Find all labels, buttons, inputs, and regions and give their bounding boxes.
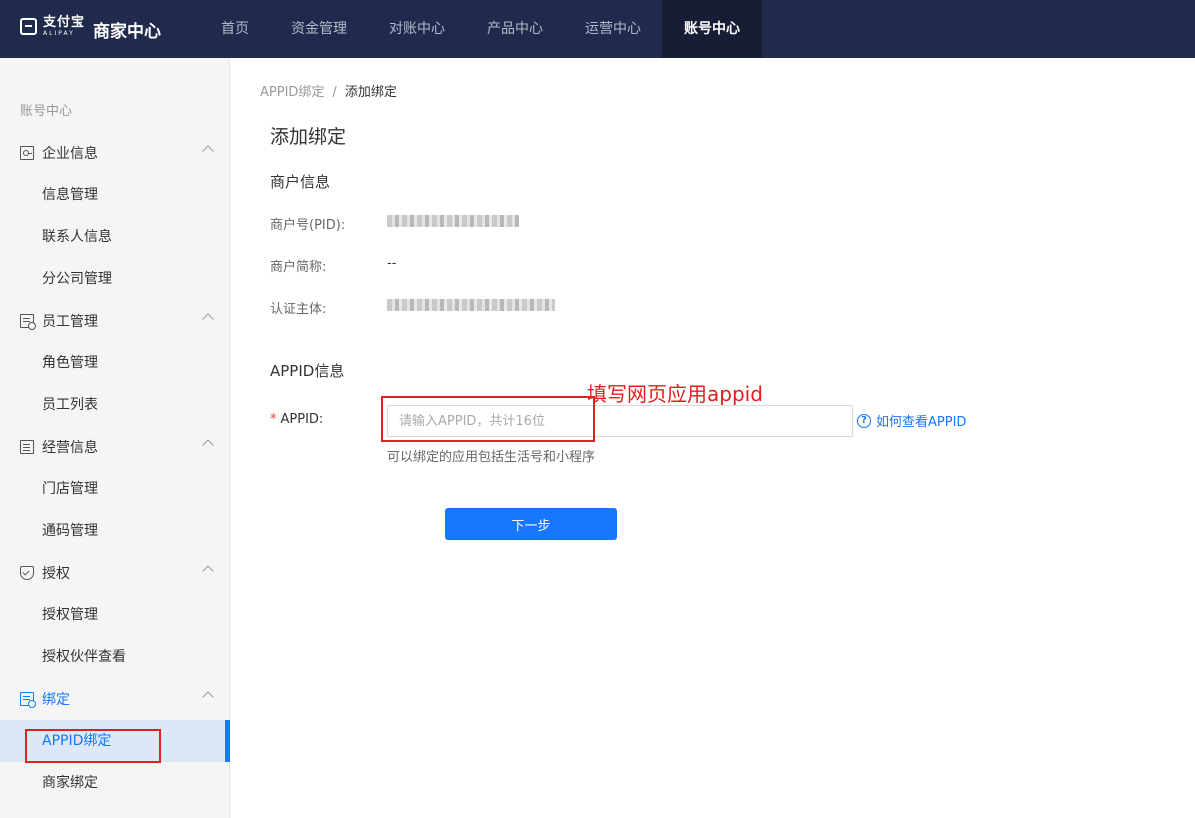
sidebar: 账号中心 企业信息 信息管理 联系人信息 分公司管理 员工管理 角色管理 员工列…: [0, 58, 230, 818]
top-nav-bar: 支付宝 ALIPAY 商家中心 首页 资金管理 对账中心 产品中心 运营中心 账…: [0, 0, 1195, 58]
nav-account-center[interactable]: 账号中心: [662, 0, 762, 58]
main-nav: 首页 资金管理 对账中心 产品中心 运营中心 账号中心: [200, 0, 762, 58]
chevron-up-icon: [202, 145, 214, 157]
sidebar-title: 账号中心: [20, 104, 73, 119]
bind-doc-icon: [20, 692, 36, 708]
chevron-up-icon: [202, 439, 214, 451]
sidebar-item-info-management[interactable]: 信息管理: [0, 174, 230, 216]
appid-section-title: APPID信息: [270, 362, 345, 380]
sidebar-group-label: 企业信息: [42, 146, 98, 162]
chevron-up-icon: [202, 691, 214, 703]
appid-label: * APPID:: [270, 412, 323, 427]
help-link-text: 如何查看APPID: [876, 415, 967, 430]
breadcrumb-parent-link[interactable]: APPID绑定: [260, 85, 324, 100]
sidebar-item-branches[interactable]: 分公司管理: [0, 258, 230, 300]
short-name-value: --: [387, 256, 397, 271]
id-card-icon: [20, 146, 34, 160]
merchant-section-title: 商户信息: [270, 173, 331, 191]
required-mark: *: [270, 412, 277, 427]
list-icon: [20, 440, 34, 454]
sidebar-item-merchant-binding[interactable]: 商家绑定: [0, 762, 230, 804]
pid-label: 商户号(PID):: [270, 218, 346, 233]
alipay-logo-icon: [20, 18, 37, 35]
logo-en-text: ALIPAY: [43, 30, 75, 37]
sidebar-item-employee-list[interactable]: 员工列表: [0, 384, 230, 426]
chevron-up-icon: [202, 565, 214, 577]
sidebar-group-company-info[interactable]: 企业信息: [0, 132, 230, 174]
cert-entity-label: 认证主体:: [270, 302, 327, 317]
question-circle-icon: ?: [857, 413, 871, 428]
next-step-button[interactable]: 下一步: [445, 508, 617, 540]
shield-check-icon: [20, 566, 34, 580]
sidebar-item-codes[interactable]: 通码管理: [0, 510, 230, 552]
sidebar-item-auth-partners[interactable]: 授权伙伴查看: [0, 636, 230, 678]
sidebar-group-label: 绑定: [42, 692, 70, 708]
cert-entity-value-obscured: [387, 299, 555, 311]
nav-home[interactable]: 首页: [200, 0, 270, 58]
nav-funds[interactable]: 资金管理: [270, 0, 368, 58]
sidebar-group-label: 经营信息: [42, 440, 98, 456]
appid-label-text: APPID:: [280, 412, 324, 427]
sidebar-group-label: 授权: [42, 566, 70, 582]
how-to-find-appid-link[interactable]: ? 如何查看APPID: [857, 411, 966, 430]
main-content: APPID绑定 / 添加绑定 添加绑定 商户信息 商户号(PID): 商户简称: -…: [231, 58, 1195, 818]
sidebar-item-auth-management[interactable]: 授权管理: [0, 594, 230, 636]
employee-doc-icon: [20, 314, 36, 330]
appid-hint: 可以绑定的应用包括生活号和小程序: [387, 450, 596, 465]
breadcrumb-separator: /: [332, 85, 337, 100]
pid-value-obscured: [387, 215, 519, 227]
annotation-text: 填写网页应用appid: [587, 382, 763, 406]
sidebar-group-label: 员工管理: [42, 314, 98, 330]
sidebar-item-appid-binding[interactable]: APPID绑定: [0, 720, 230, 762]
nav-reconciliation[interactable]: 对账中心: [368, 0, 466, 58]
alipay-logo[interactable]: 支付宝 ALIPAY: [20, 16, 85, 37]
short-name-label: 商户简称:: [270, 260, 327, 275]
chevron-up-icon: [202, 313, 214, 325]
sidebar-item-stores[interactable]: 门店管理: [0, 468, 230, 510]
nav-operations[interactable]: 运营中心: [564, 0, 662, 58]
sidebar-item-contacts[interactable]: 联系人信息: [0, 216, 230, 258]
sidebar-group-business-info[interactable]: 经营信息: [0, 426, 230, 468]
sidebar-item-roles[interactable]: 角色管理: [0, 342, 230, 384]
appid-input[interactable]: [387, 405, 853, 437]
app-title: 商家中心: [93, 22, 161, 42]
sidebar-group-binding[interactable]: 绑定: [0, 678, 230, 720]
nav-products[interactable]: 产品中心: [466, 0, 564, 58]
sidebar-group-employees[interactable]: 员工管理: [0, 300, 230, 342]
breadcrumb: APPID绑定 / 添加绑定: [260, 81, 397, 100]
page-title: 添加绑定: [270, 126, 347, 148]
breadcrumb-current: 添加绑定: [344, 85, 397, 100]
sidebar-group-authorization[interactable]: 授权: [0, 552, 230, 594]
logo-cn-text: 支付宝: [43, 15, 86, 30]
